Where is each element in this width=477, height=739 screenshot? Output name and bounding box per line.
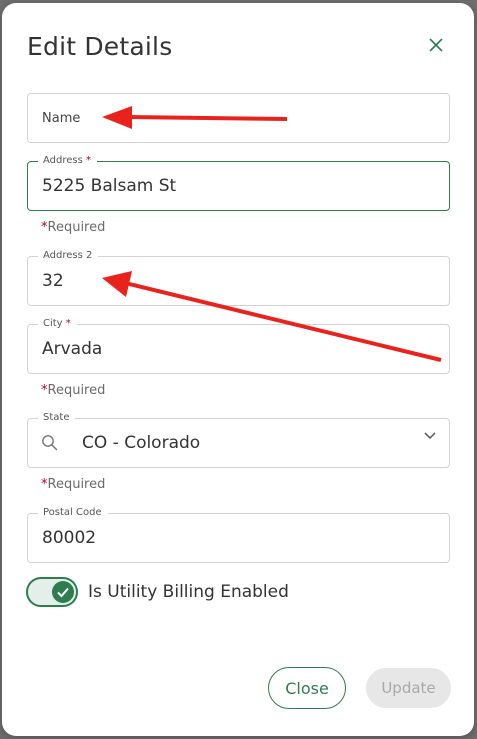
address2-label: Address 2	[38, 250, 99, 262]
update-button[interactable]: Update	[366, 668, 451, 708]
state-select[interactable]: State CO - Colorado	[27, 412, 450, 468]
address2-value: 32	[42, 271, 64, 291]
search-icon	[42, 435, 58, 451]
edit-details-dialog: Edit Details Name Address * 5225 Balsam …	[2, 3, 474, 736]
state-required-hint: *Required	[41, 477, 106, 492]
name-field[interactable]: Name	[27, 93, 450, 143]
postal-code-label: Postal Code	[38, 507, 108, 519]
postal-code-field[interactable]: Postal Code 80002	[27, 507, 450, 563]
chevron-down-icon[interactable]	[423, 431, 437, 441]
city-required-hint: *Required	[41, 383, 106, 398]
address-required-hint: *Required	[41, 220, 106, 235]
city-field[interactable]: City * Arvada	[27, 318, 450, 374]
postal-code-value: 80002	[42, 528, 97, 548]
check-icon	[57, 587, 69, 598]
address2-field[interactable]: Address 2 32	[27, 250, 450, 306]
city-label: City *	[38, 318, 77, 330]
state-value: CO - Colorado	[82, 433, 201, 453]
address-label: Address *	[38, 155, 98, 167]
state-label: State	[38, 412, 76, 424]
toggle-knob	[52, 581, 74, 603]
dialog-title: Edit Details	[27, 32, 173, 61]
name-placeholder: Name	[42, 111, 81, 126]
close-button[interactable]: Close	[268, 667, 346, 709]
city-value: Arvada	[42, 339, 103, 359]
utility-billing-toggle[interactable]	[26, 577, 78, 607]
address-value: 5225 Balsam St	[42, 176, 177, 196]
close-icon[interactable]	[427, 36, 445, 54]
utility-billing-label: Is Utility Billing Enabled	[88, 582, 289, 602]
address-field[interactable]: Address * 5225 Balsam St	[27, 155, 450, 211]
